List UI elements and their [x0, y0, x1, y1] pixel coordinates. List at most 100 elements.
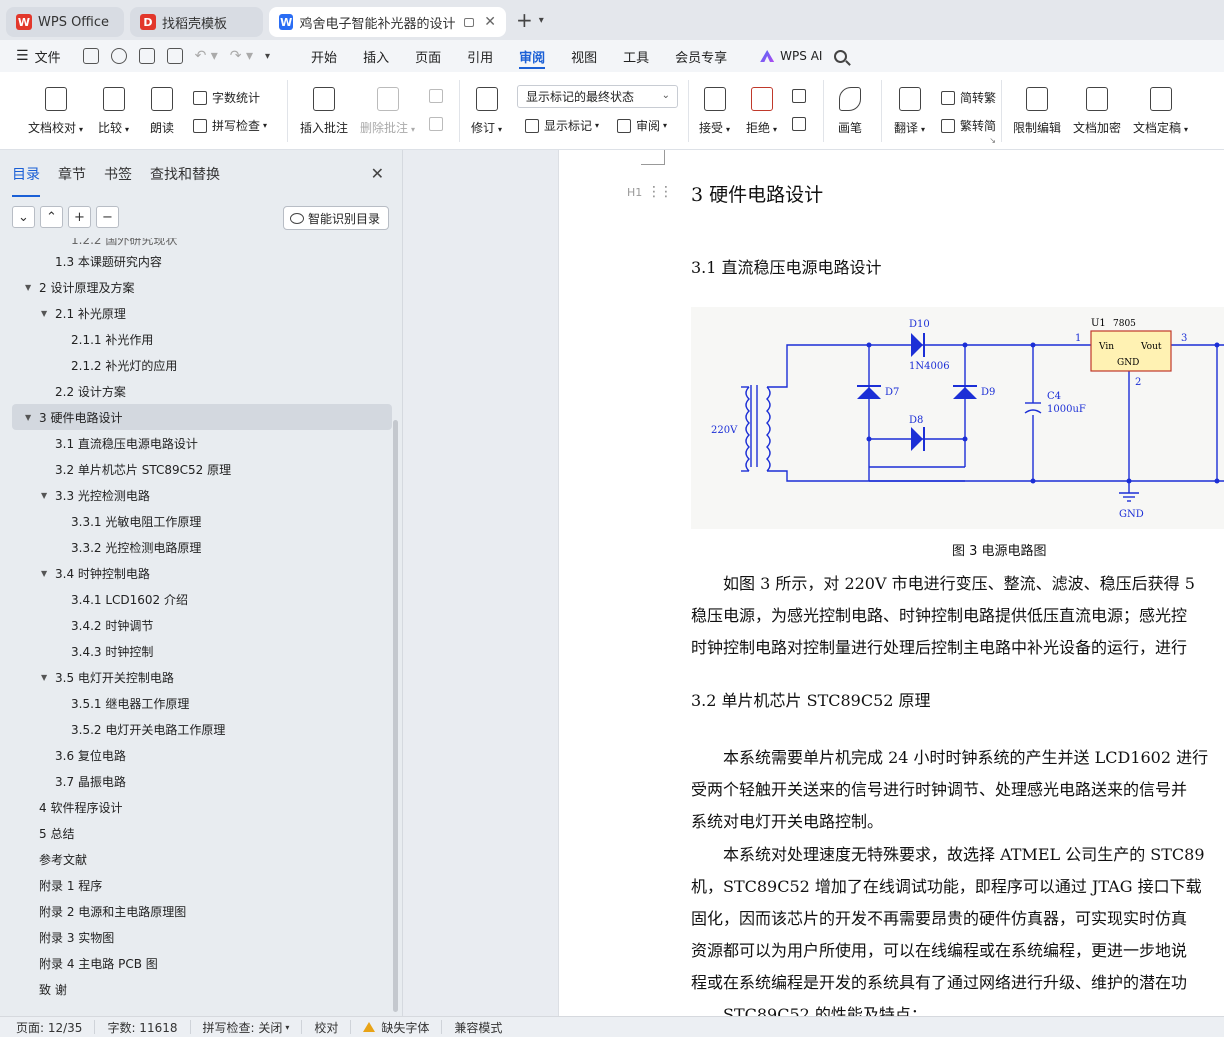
toc-item[interactable]: 3.4.2 时钟调节 [0, 612, 392, 638]
toc-item[interactable]: 1.3 本课题研究内容 [0, 248, 392, 274]
toc-item[interactable]: ▼ 3.3 光控检测电路 [0, 482, 392, 508]
prev-comment-button[interactable] [429, 89, 448, 103]
toc-item[interactable]: 附录 3 实物图 [0, 924, 392, 950]
toc-item[interactable]: 2.2 设计方案 [0, 378, 392, 404]
next-change-button[interactable] [792, 117, 811, 131]
file-menu[interactable]: ☰ 文件 [0, 47, 61, 66]
word-count-button[interactable]: 字数统计 [193, 89, 260, 106]
new-tab-icon[interactable]: + [516, 8, 533, 32]
toc-item[interactable]: 3.5.2 电灯开关电路工作原理 [0, 716, 392, 742]
dialog-launcher-icon[interactable]: ↘ [989, 136, 996, 145]
menu-tools[interactable]: 工具 [610, 40, 662, 72]
spell-check-status[interactable]: 拼写检查: 关闭 ▾ [191, 1020, 303, 1035]
insert-comment-button[interactable]: 插入批注 [300, 87, 348, 136]
toc-item[interactable]: 4 软件程序设计 [0, 794, 392, 820]
add-icon[interactable]: + [68, 206, 91, 228]
menu-page[interactable]: 页面 [402, 40, 454, 72]
tab-bookmarks[interactable]: 书签 [104, 164, 132, 190]
expand-arrow-icon[interactable]: ▼ [25, 283, 31, 292]
wps-ai-button[interactable]: WPS AI [760, 49, 822, 63]
next-comment-button[interactable] [429, 117, 448, 131]
read-aloud-button[interactable]: 朗读 [150, 87, 174, 136]
close-tab-icon[interactable]: ✕ [484, 14, 496, 30]
toc-item[interactable]: 1.2.2 国外研究现状 [0, 238, 392, 248]
expand-arrow-icon[interactable]: ▼ [41, 569, 47, 578]
toc-item[interactable]: 附录 2 电源和主电路原理图 [0, 898, 392, 924]
delete-comment-button[interactable]: 删除批注 ▾ [360, 87, 415, 136]
toc-item[interactable]: ▼ 3.5 电灯开关控制电路 [0, 664, 392, 690]
monitor-icon[interactable] [464, 17, 475, 27]
word-count-indicator[interactable]: 字数: 11618 [95, 1020, 191, 1035]
toc-item[interactable]: 3.7 晶振电路 [0, 768, 392, 794]
proofread-status[interactable]: 校对 [302, 1020, 352, 1035]
print-preview-icon[interactable] [166, 48, 183, 64]
track-changes-button[interactable]: 修订 ▾ [471, 87, 502, 136]
tab-template[interactable]: D 找稻壳模板 [130, 7, 263, 37]
chevron-down-icon[interactable]: ⌄ [12, 206, 35, 228]
share-icon[interactable] [110, 48, 127, 64]
prev-change-button[interactable] [792, 89, 811, 103]
tab-find-replace[interactable]: 查找和替换 [150, 164, 220, 190]
print-icon[interactable] [138, 48, 155, 64]
menu-insert[interactable]: 插入 [350, 40, 402, 72]
to-traditional-button[interactable]: 简转繁 [941, 89, 996, 106]
toc-item[interactable]: ▼ 2 设计原理及方案 [0, 274, 392, 300]
toc-item[interactable]: 参考文献 [0, 846, 392, 872]
toc-item[interactable]: 3.3.2 光控检测电路原理 [0, 534, 392, 560]
pen-button[interactable]: 画笔 [838, 87, 862, 136]
menu-review[interactable]: 审阅 [506, 40, 558, 72]
tab-chapters[interactable]: 章节 [58, 164, 86, 190]
menu-member[interactable]: 会员专享 [662, 40, 740, 72]
search-icon[interactable] [834, 49, 848, 63]
smart-toc-button[interactable]: 智能识别目录 [282, 206, 389, 230]
redo-icon[interactable]: ↷ ▾ [230, 48, 253, 64]
toc-item[interactable]: 5 总结 [0, 820, 392, 846]
toc-item[interactable]: 2.1.1 补光作用 [0, 326, 392, 352]
close-icon[interactable]: ✕ [371, 164, 384, 183]
markup-display-select[interactable]: 显示标记的最终状态 ⌄ [517, 85, 678, 108]
toc-item[interactable]: 致 谢 [0, 976, 392, 1002]
spell-check-button[interactable]: 拼写检查 ▾ [193, 117, 267, 134]
to-simplified-button[interactable]: 繁转简 [941, 117, 996, 134]
show-markup-button[interactable]: 显示标记 ▾ [525, 117, 599, 134]
tab-toc[interactable]: 目录 [12, 164, 40, 197]
undo-icon[interactable]: ↶ ▾ [195, 48, 218, 64]
compare-button[interactable]: 比较 ▾ [98, 87, 129, 136]
doc-check-button[interactable]: 文档校对 ▾ [28, 87, 83, 136]
expand-arrow-icon[interactable]: ▼ [25, 413, 31, 422]
menu-view[interactable]: 视图 [558, 40, 610, 72]
toc-item[interactable]: ▼ 2.1 补光原理 [0, 300, 392, 326]
toc-item[interactable]: 3.4.3 时钟控制 [0, 638, 392, 664]
expand-arrow-icon[interactable]: ▼ [41, 309, 47, 318]
toc-item[interactable]: 附录 1 程序 [0, 872, 392, 898]
toc-item[interactable]: 3.3.1 光敏电阻工作原理 [0, 508, 392, 534]
chevron-up-icon[interactable]: ⌃ [40, 206, 63, 228]
finalize-button[interactable]: 文档定稿 ▾ [1133, 87, 1188, 136]
menu-home[interactable]: 开始 [298, 40, 350, 72]
chevron-down-icon[interactable]: ▾ [265, 51, 270, 62]
expand-arrow-icon[interactable]: ▼ [41, 673, 47, 682]
drag-handle-icon[interactable]: ⋮⋮ [647, 184, 673, 200]
reject-button[interactable]: 拒绝 ▾ [746, 87, 777, 136]
toc-item[interactable]: 3.6 复位电路 [0, 742, 392, 768]
page-indicator[interactable]: 页面: 12/35 [0, 1020, 96, 1035]
translate-button[interactable]: 翻译 ▾ [894, 87, 925, 136]
encrypt-button[interactable]: 文档加密 [1073, 87, 1121, 136]
chevron-down-icon[interactable]: ▾ [539, 15, 544, 26]
minus-icon[interactable]: − [96, 206, 119, 228]
toc-item[interactable]: 3.5.1 继电器工作原理 [0, 690, 392, 716]
toc-item[interactable]: 3.4.1 LCD1602 介绍 [0, 586, 392, 612]
menu-references[interactable]: 引用 [454, 40, 506, 72]
accept-button[interactable]: 接受 ▾ [699, 87, 730, 136]
tab-wps-office[interactable]: W WPS Office [6, 7, 124, 37]
review-pane-button[interactable]: 审阅 ▾ [617, 117, 667, 134]
toc-item[interactable]: 附录 4 主电路 PCB 图 [0, 950, 392, 976]
toc-item[interactable]: ▼ 3 硬件电路设计 [12, 404, 392, 430]
toc-item[interactable]: 3.2 单片机芯片 STC89C52 原理 [0, 456, 392, 482]
document-page[interactable]: H1 ⋮⋮ 3 硬件电路设计 3.1 直流稳压电源电路设计 D10 1N4006… [558, 150, 1224, 1016]
expand-arrow-icon[interactable]: ▼ [41, 491, 47, 500]
tab-document[interactable]: W 鸡舍电子智能补光器的设计 毕 ✕ [269, 7, 506, 37]
toc-item[interactable]: 3.1 直流稳压电源电路设计 [0, 430, 392, 456]
toc-item[interactable]: ▼ 3.4 时钟控制电路 [0, 560, 392, 586]
save-icon[interactable] [82, 48, 99, 64]
